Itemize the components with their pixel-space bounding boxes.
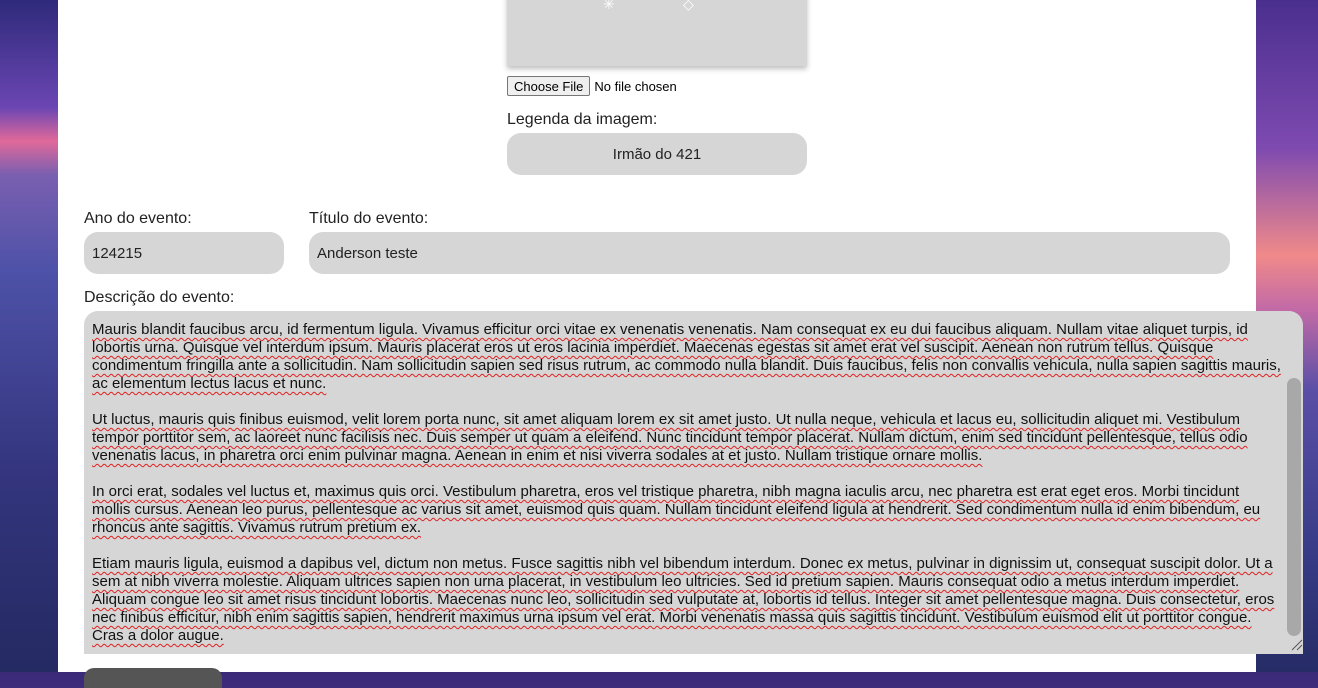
event-year-label: Ano do evento: — [84, 210, 192, 227]
submit-button[interactable] — [84, 668, 222, 688]
event-year-value: 124215 — [92, 244, 143, 262]
caption-label: Legenda da imagem: — [507, 111, 658, 128]
event-title-value: Anderson teste — [317, 244, 418, 262]
event-year-input[interactable]: 124215 — [84, 232, 284, 274]
choose-file-button[interactable]: Choose File — [507, 76, 591, 96]
image-fragment-icon: ✳ — [603, 0, 615, 12]
file-status-text: No file chosen — [594, 78, 677, 94]
description-paragraph: Mauris blandit faucibus arcu, id ferment… — [92, 321, 1281, 392]
description-paragraph: In orci erat, sodales vel luctus et, max… — [92, 483, 1261, 536]
event-title-input[interactable]: Anderson teste — [309, 232, 1230, 274]
background-landscape-left — [0, 0, 58, 672]
resize-handle-icon[interactable] — [1289, 637, 1303, 651]
image-preview: ✳ ◇ — [507, 0, 807, 66]
description-paragraph: Etiam mauris ligula, euismod a dapibus v… — [92, 555, 1275, 644]
description-paragraph: Ut luctus, mauris quis finibus euismod, … — [92, 411, 1248, 464]
file-upload-row: Choose File No file chosen — [507, 76, 677, 96]
event-description-label: Descrição do evento: — [84, 289, 235, 306]
image-fragment-icon: ◇ — [683, 0, 694, 12]
caption-input[interactable]: Irmão do 421 — [507, 133, 807, 175]
event-description-textarea[interactable]: Mauris blandit faucibus arcu, id ferment… — [84, 311, 1303, 654]
textarea-scrollbar-thumb[interactable] — [1287, 378, 1301, 636]
event-title-label: Título do evento: — [309, 210, 429, 227]
caption-input-value: Irmão do 421 — [612, 145, 702, 163]
